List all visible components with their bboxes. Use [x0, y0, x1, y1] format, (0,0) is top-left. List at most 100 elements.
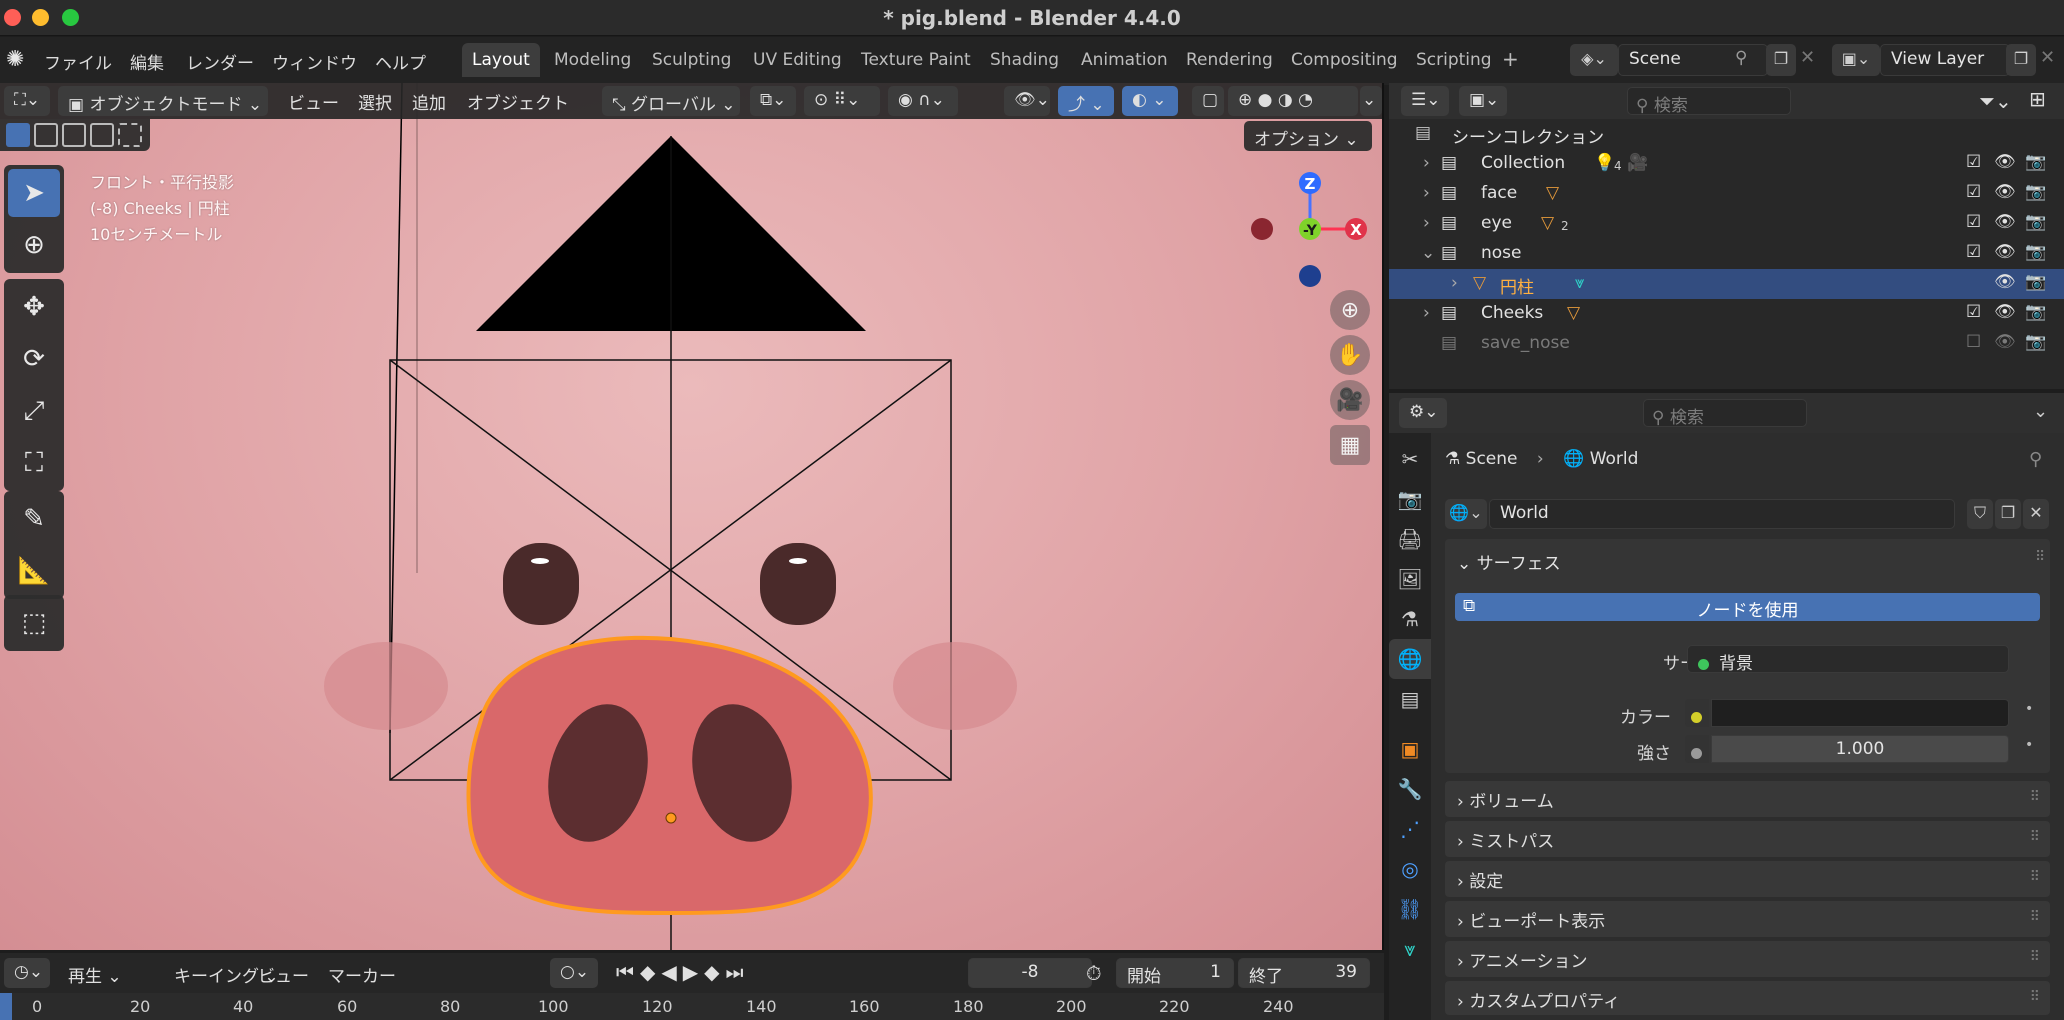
visibility-eye-icon[interactable]: 👁 [1994, 242, 2016, 262]
transform-tool[interactable]: ⛶ [8, 439, 60, 487]
move-tool[interactable]: ✥ [8, 283, 60, 331]
new-collection-icon[interactable]: ⊞ [2029, 87, 2046, 111]
cursor-tool[interactable]: ⊕ [8, 221, 60, 269]
render-tab-icon[interactable]: 📷 [1389, 479, 1431, 519]
menu-file[interactable]: ファイル [44, 49, 112, 74]
marker-menu[interactable]: マーカー [328, 962, 396, 987]
render-camera-icon[interactable]: 📷 [2025, 302, 2046, 322]
shading-options-button[interactable]: ⌄ [1360, 86, 1382, 116]
render-camera-icon[interactable]: 📷 [2025, 242, 2046, 262]
outliner-row-collection[interactable]: › ▤ Collection 💡 4 🎥 ☑ 👁 📷 [1389, 149, 2064, 179]
use-nodes-button[interactable]: ⧉ ノードを使用 [1455, 593, 2040, 621]
visibility-eye-icon[interactable]: 👁 [1994, 302, 2016, 322]
properties-options-icon[interactable]: ⌄ [2033, 401, 2048, 422]
data-tab-icon[interactable]: ⩔ [1389, 929, 1431, 969]
drag-handle-icon[interactable]: ⠿ [2035, 549, 2045, 565]
gizmo-toggle[interactable]: ⤴ ⌄ [1058, 86, 1114, 116]
outliner-row-face[interactable]: › ▤ face ▽ ☑ 👁 📷 [1389, 179, 2064, 209]
select-extend-icon[interactable] [34, 123, 58, 147]
render-camera-icon[interactable]: 📷 [2025, 272, 2046, 292]
collapse-chevron-icon[interactable]: ⌄ [1421, 243, 1435, 263]
outliner-row-cylinder[interactable]: › ▽ 円柱 ⩔ 👁 📷 [1389, 269, 2064, 299]
properties-editor-type-button[interactable]: ⚙⌄ [1399, 398, 1447, 428]
select-intersect-icon[interactable] [118, 123, 142, 147]
pan-hand-icon[interactable]: ✋ [1330, 335, 1370, 375]
menu-select[interactable]: 選択 [358, 89, 392, 114]
add-workspace-button[interactable]: + [1502, 47, 1519, 71]
options-dropdown[interactable]: オプション ⌄ [1244, 121, 1372, 151]
outliner-row-cheeks[interactable]: › ▤ Cheeks ▽ ☑ 👁 📷 [1389, 299, 2064, 329]
tab-compositing[interactable]: Compositing [1281, 43, 1408, 77]
render-camera-icon[interactable]: 📷 [2025, 182, 2046, 202]
start-frame-field[interactable]: 開始 1 [1116, 958, 1234, 988]
delete-scene-icon[interactable]: ✕ [1800, 47, 1815, 68]
view-layer-name-field[interactable]: View Layer [1880, 44, 2010, 76]
panel-mist-pass[interactable]: › ミストパス ⠿ [1445, 821, 2050, 857]
stopwatch-icon[interactable]: ⏱ [1086, 961, 1102, 985]
current-frame-field[interactable]: -8 [968, 958, 1092, 988]
annotate-tool[interactable]: ✎ [8, 495, 60, 543]
panel-custom-properties[interactable]: › カスタムプロパティ ⠿ [1445, 981, 2050, 1015]
expand-chevron-icon[interactable]: › [1423, 213, 1430, 233]
rotate-tool[interactable]: ⟳ [8, 335, 60, 383]
tab-uv-editing[interactable]: UV Editing [743, 43, 852, 77]
visibility-eye-icon[interactable]: 👁 [1994, 182, 2016, 202]
fake-user-shield-icon[interactable]: ⛉ [1967, 499, 1993, 529]
tab-shading[interactable]: Shading [980, 43, 1069, 77]
view-layer-browse-button[interactable]: ▣⌄ [1832, 44, 1880, 76]
outliner-row-save-nose[interactable]: ▤ save_nose ☐ 👁 📷 [1389, 329, 2064, 359]
scale-tool[interactable]: ⤢ [8, 387, 60, 435]
strength-field[interactable]: 1.000 [1711, 735, 2009, 763]
panel-viewport-display[interactable]: › ビューポート表示 ⠿ [1445, 901, 2050, 937]
outliner-search-input[interactable]: ⚲ 検索 [1627, 87, 1791, 116]
menu-help[interactable]: ヘルプ [375, 49, 426, 74]
world-name-field[interactable]: World [1489, 499, 1955, 529]
render-camera-icon[interactable]: 📷 [2025, 332, 2046, 352]
outliner-row-nose[interactable]: ⌄ ▤ nose ☑ 👁 📷 [1389, 239, 2064, 269]
include-checkbox[interactable]: ☑ [1966, 242, 1981, 262]
menu-view[interactable]: ビュー [288, 89, 339, 114]
visibility-eye-icon[interactable]: 👁 [1994, 152, 2016, 172]
color-swatch[interactable] [1711, 699, 2009, 727]
tab-rendering[interactable]: Rendering [1176, 43, 1283, 77]
expand-chevron-icon[interactable]: › [1451, 273, 1458, 293]
panel-settings[interactable]: › 設定 ⠿ [1445, 861, 2050, 897]
view-layer-tab-icon[interactable]: 🖼 [1389, 559, 1431, 599]
measure-tool[interactable]: 📐 [8, 547, 60, 595]
playhead-indicator[interactable] [0, 993, 12, 1020]
proportional-edit-toggle[interactable]: ◉ ∩⌄ [888, 86, 958, 116]
new-scene-button[interactable]: ❐ [1766, 44, 1796, 76]
ortho-grid-icon[interactable]: ▦ [1330, 425, 1370, 465]
select-new-icon[interactable] [6, 123, 30, 147]
include-checkbox[interactable]: ☑ [1966, 302, 1981, 322]
properties-search-input[interactable]: ⚲ 検索 [1643, 399, 1807, 428]
menu-object[interactable]: オブジェクト [467, 89, 569, 114]
editor-type-button[interactable]: ⛶⌄ [4, 86, 50, 116]
visibility-eye-icon[interactable]: 👁 [1994, 332, 2016, 352]
menu-window[interactable]: ウィンドウ [272, 49, 357, 74]
zoom-icon[interactable]: ⊕ [1330, 290, 1370, 330]
visibility-button[interactable]: 👁⌄ [1004, 86, 1050, 116]
3d-viewport[interactable]: Z X -Y ⛶⌄ ▣ オブジェクトモード ⌄ ビュー 選択 追加 オブジェクト… [0, 83, 1384, 950]
render-camera-icon[interactable]: 📷 [2025, 152, 2046, 172]
modifier-tab-icon[interactable]: 🔧 [1389, 769, 1431, 809]
select-box-tool[interactable]: ➤ [8, 169, 60, 217]
select-invert-icon[interactable] [90, 123, 114, 147]
delete-view-layer-icon[interactable]: ✕ [2040, 47, 2055, 68]
timeline-view-menu[interactable]: ビュー [258, 962, 309, 987]
tab-sculpting[interactable]: Sculpting [642, 43, 741, 77]
panel-animation[interactable]: › アニメーション ⠿ [1445, 941, 2050, 977]
world-tab-icon[interactable]: 🌐 [1389, 639, 1431, 679]
add-cube-tool[interactable]: ⬚ [8, 599, 60, 647]
blender-logo-icon[interactable]: ✺ [6, 47, 24, 72]
pin-icon[interactable]: ⚲ [2029, 449, 2042, 470]
tool-tab-icon[interactable]: ✂ [1389, 439, 1431, 479]
new-view-layer-button[interactable]: ❐ [2006, 44, 2036, 76]
include-checkbox[interactable]: ☑ [1966, 182, 1981, 202]
include-checkbox[interactable]: ☑ [1966, 152, 1981, 172]
expand-chevron-icon[interactable]: › [1423, 183, 1430, 203]
surface-shader-field[interactable]: 背景 [1687, 645, 2009, 674]
timeline-editor[interactable]: ◷⌄ 再生 ⌄ キーイング ⌄ ビュー マーカー ○⌄ ⏮◆◀▶◆⏭ -8 ⏱ … [0, 953, 1384, 1020]
transform-orientation-dropdown[interactable]: ⤡ グローバル ⌄ [602, 86, 740, 116]
keyframe-dot-icon[interactable]: • [2025, 737, 2033, 753]
